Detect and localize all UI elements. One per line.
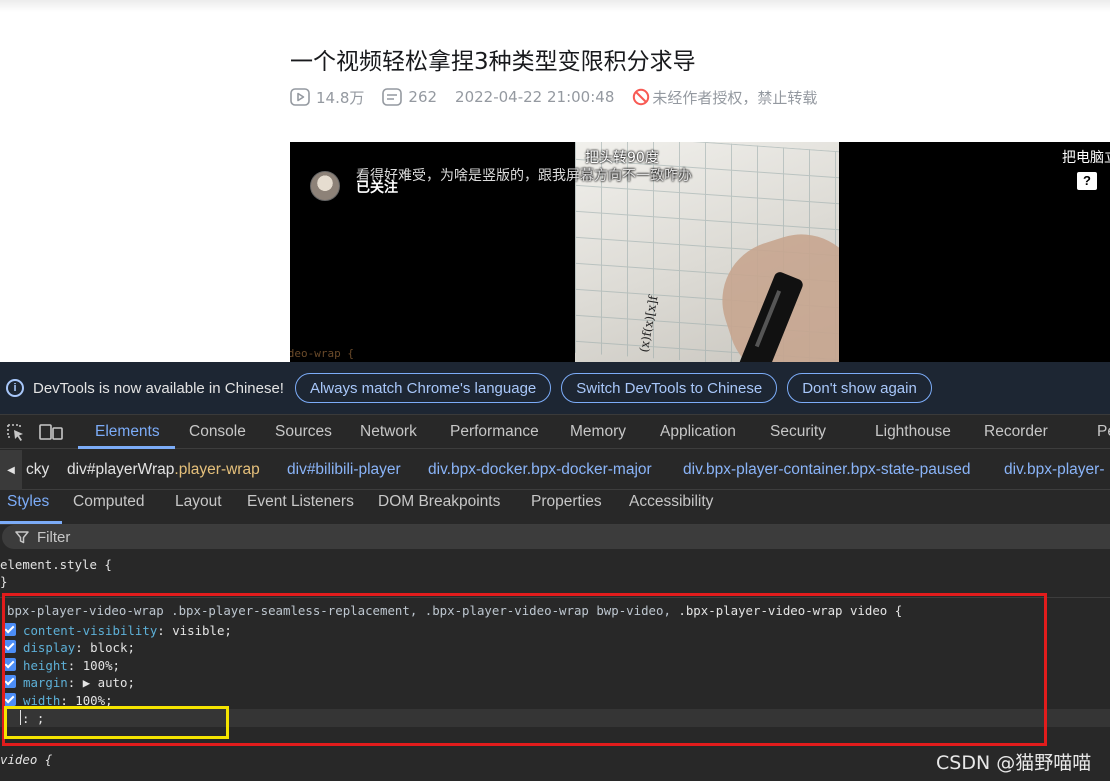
- inspect-element-icon[interactable]: [5, 422, 27, 442]
- language-infobar: i DevTools is now available in Chinese! …: [0, 362, 1110, 415]
- breadcrumb-item[interactable]: div.bpx-docker.bpx-docker-major: [428, 450, 652, 490]
- tab-network[interactable]: Network: [360, 415, 417, 449]
- danmaku-line: 把电脑立: [1062, 150, 1110, 166]
- breadcrumb-item[interactable]: div.bpx-player-: [1004, 450, 1105, 490]
- video-player[interactable]: (x)f(x)[x]f 看得好难受，为啥是竖版的，跟我屏幕方向不一致咋办 已关注…: [290, 142, 1110, 362]
- video-title: 一个视频轻松拿捏3种类型变限积分求导: [290, 49, 696, 75]
- danmaku-stat: 262: [382, 88, 437, 106]
- breadcrumb-item[interactable]: div.bpx-player-container.bpx-state-pause…: [683, 450, 970, 490]
- tab-console[interactable]: Console: [189, 415, 246, 449]
- next-rule-selector[interactable]: video {: [0, 752, 52, 767]
- rule-close-brace: }: [0, 574, 8, 589]
- active-tab-indicator: [78, 446, 175, 449]
- annotation-yellow-box: [4, 706, 229, 739]
- device-toolbar-icon[interactable]: [38, 422, 64, 442]
- always-match-language-button[interactable]: Always match Chrome's language: [294, 373, 552, 403]
- dom-breadcrumb: ◀ cky div#playerWrap.player-wrap div#bil…: [0, 450, 1110, 490]
- breadcrumb-scroll-left-icon[interactable]: ◀: [0, 450, 22, 490]
- video-meta: 14.8万 262 2022-04-22 21:00:48 未经作者授权，禁止转…: [290, 86, 817, 108]
- uploader-avatar[interactable]: [310, 171, 340, 201]
- tab-computed[interactable]: Computed: [73, 490, 145, 525]
- tab-memory[interactable]: Memory: [570, 415, 626, 449]
- tab-elements[interactable]: Elements: [95, 415, 160, 449]
- tab-recorder[interactable]: Recorder: [984, 415, 1048, 449]
- info-icon: i: [6, 379, 24, 397]
- dont-show-again-button[interactable]: Don't show again: [787, 373, 932, 403]
- tab-application[interactable]: Application: [660, 415, 736, 449]
- views-count: 14.8万: [316, 88, 365, 107]
- tab-performance-insights[interactable]: Pe: [1097, 415, 1110, 449]
- tab-layout[interactable]: Layout: [175, 490, 222, 525]
- breadcrumb-item-playerwrap[interactable]: div#playerWrap.player-wrap: [67, 450, 260, 490]
- tab-properties[interactable]: Properties: [531, 490, 602, 525]
- views-stat: 14.8万: [290, 87, 364, 108]
- no-repost-icon: [633, 88, 650, 106]
- element-style-rule[interactable]: element.style {: [0, 557, 112, 572]
- devtools-tabbar: Elements Console Sources Network Perform…: [0, 415, 1110, 449]
- danmaku-icon: [382, 88, 403, 106]
- tab-dom-breakpoints[interactable]: DOM Breakpoints: [378, 490, 500, 525]
- danmaku-line: 把头转90度: [585, 150, 659, 166]
- csdn-watermark: CSDN @猫野喵喵: [936, 752, 1092, 774]
- tab-sources[interactable]: Sources: [275, 415, 332, 449]
- styles-filter-input[interactable]: Filter: [2, 525, 1110, 549]
- follow-status[interactable]: 已关注: [356, 177, 398, 197]
- copyright-notice: 未经作者授权，禁止转载: [632, 87, 817, 108]
- ghost-code-text: .bpx-player-video-wrap {: [290, 347, 354, 360]
- danmaku-line: 看得好难受，为啥是竖版的，跟我屏幕方向不一致咋办: [356, 168, 692, 184]
- help-icon[interactable]: ?: [1077, 172, 1097, 190]
- tab-accessibility[interactable]: Accessibility: [629, 490, 713, 525]
- publish-date: 2022-04-22 21:00:48: [455, 88, 615, 106]
- danmaku-count: 262: [408, 88, 438, 106]
- infobar-message: DevTools is now available in Chinese!: [33, 379, 284, 397]
- breadcrumb-item[interactable]: div#bilibili-player: [287, 450, 401, 490]
- filter-icon: [15, 531, 29, 544]
- active-subtab-indicator: [0, 521, 62, 524]
- filter-placeholder: Filter: [37, 528, 71, 546]
- tab-lighthouse[interactable]: Lighthouse: [875, 415, 951, 449]
- sidebar-tabbar: Styles Computed Layout Event Listeners D…: [0, 490, 1110, 525]
- play-count-icon: [290, 88, 310, 106]
- tab-security[interactable]: Security: [770, 415, 826, 449]
- tab-event-listeners[interactable]: Event Listeners: [247, 490, 354, 525]
- breadcrumb-item[interactable]: cky: [26, 450, 49, 490]
- tab-styles[interactable]: Styles: [7, 490, 49, 525]
- copyright-text: 未经作者授权，禁止转载: [652, 88, 818, 107]
- tab-performance[interactable]: Performance: [450, 415, 539, 449]
- page-header-shadow: [0, 0, 1110, 12]
- switch-to-chinese-button[interactable]: Switch DevTools to Chinese: [561, 373, 778, 403]
